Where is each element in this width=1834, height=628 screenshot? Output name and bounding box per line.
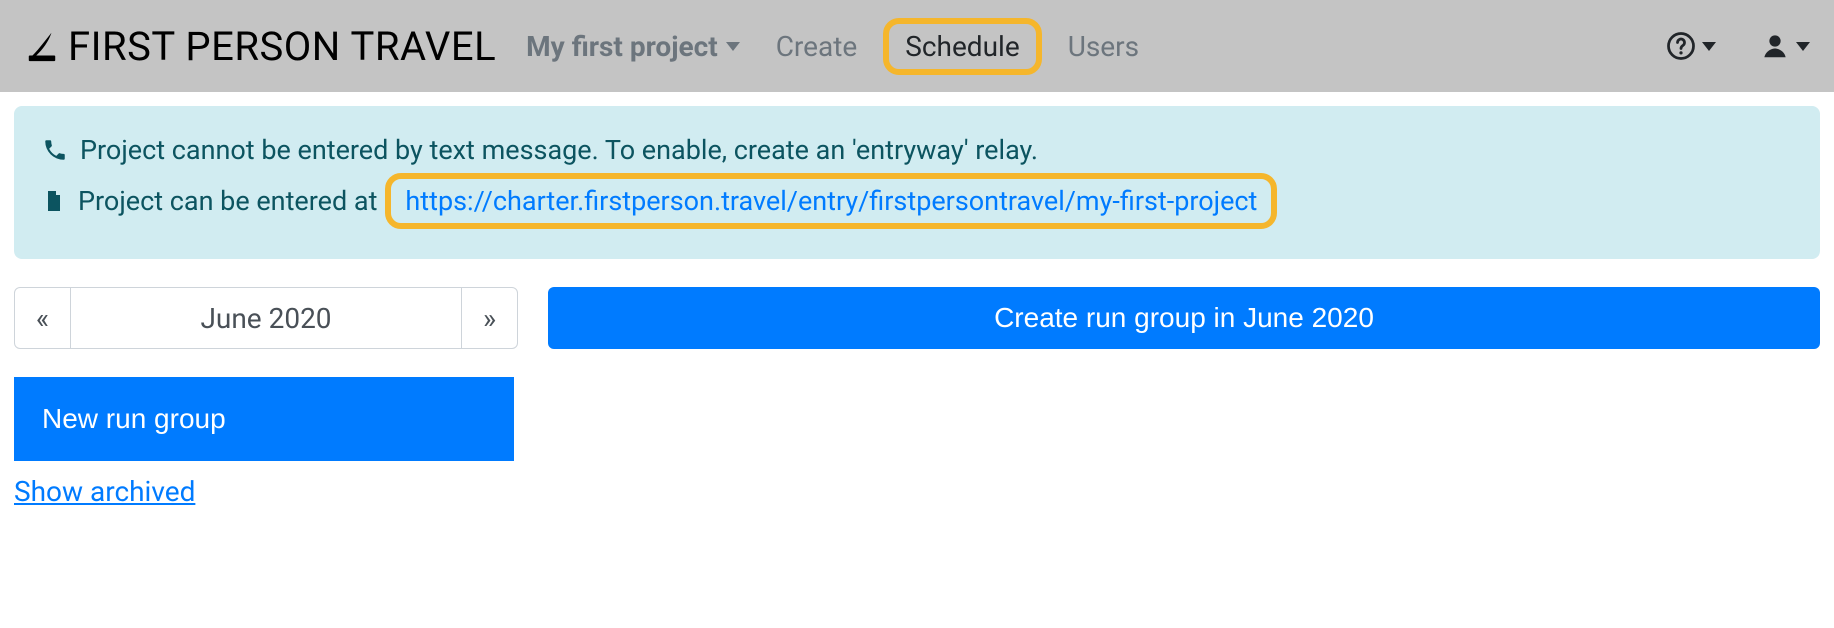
help-menu[interactable] xyxy=(1666,31,1716,61)
alert-line1-text: Project cannot be entered by text messag… xyxy=(80,130,1038,171)
month-selector: « June 2020 » xyxy=(14,287,518,349)
create-run-group-month-button[interactable]: Create run group in June 2020 xyxy=(548,287,1820,349)
month-label: June 2020 xyxy=(71,288,461,348)
caret-down-icon xyxy=(1702,42,1716,51)
month-next-button[interactable]: » xyxy=(461,288,517,348)
info-alert: Project cannot be entered by text messag… xyxy=(14,106,1820,259)
caret-down-icon xyxy=(726,42,740,51)
brand[interactable]: FIRST PERSON TRAVEL xyxy=(24,23,496,70)
entry-url-link[interactable]: https://charter.firstperson.travel/entry… xyxy=(405,185,1257,217)
phone-icon xyxy=(42,137,68,163)
nav-create[interactable]: Create xyxy=(758,24,876,69)
file-icon xyxy=(42,188,66,214)
nav-users[interactable]: Users xyxy=(1050,24,1157,69)
entry-url-highlight: https://charter.firstperson.travel/entry… xyxy=(385,173,1277,230)
new-run-group-button[interactable]: New run group xyxy=(14,377,514,461)
schedule-controls-row: « June 2020 » Create run group in June 2… xyxy=(14,287,1820,349)
nav-schedule-highlight: Schedule xyxy=(883,18,1041,75)
show-archived-link[interactable]: Show archived xyxy=(14,471,195,512)
project-dropdown-label: My first project xyxy=(526,30,718,63)
topbar-right-icons xyxy=(1666,31,1810,61)
brand-name: FIRST PERSON TRAVEL xyxy=(68,23,496,70)
month-prev-button[interactable]: « xyxy=(15,288,71,348)
top-navbar: FIRST PERSON TRAVEL My first project Cre… xyxy=(0,0,1834,92)
project-dropdown[interactable]: My first project xyxy=(516,24,750,69)
page-content: Project cannot be entered by text messag… xyxy=(0,92,1834,526)
nav-schedule[interactable]: Schedule xyxy=(899,28,1025,65)
alert-line2-prefix: Project can be entered at xyxy=(78,181,377,222)
user-icon xyxy=(1760,31,1790,61)
help-icon xyxy=(1666,31,1696,61)
user-menu[interactable] xyxy=(1760,31,1810,61)
quill-logo-icon xyxy=(24,28,60,64)
caret-down-icon xyxy=(1796,42,1810,51)
